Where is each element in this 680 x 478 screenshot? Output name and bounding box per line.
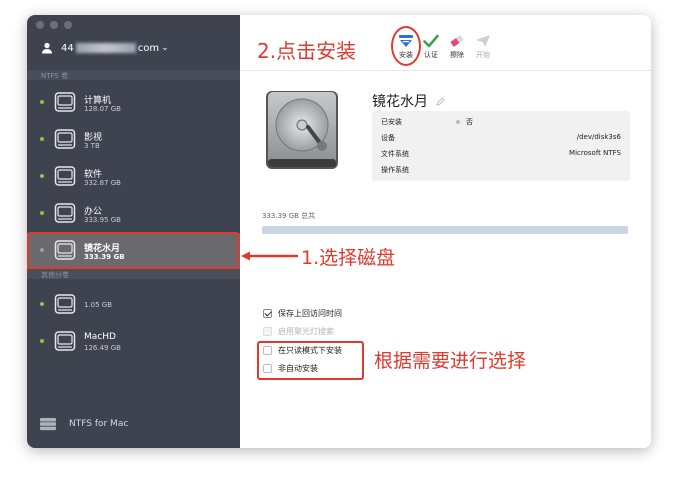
zoom-button[interactable]	[64, 21, 72, 29]
verify-label: 认证	[424, 51, 438, 59]
info-value: Microsoft NTFS	[569, 149, 621, 157]
info-value: 否	[456, 117, 473, 127]
drive-icon	[54, 331, 76, 351]
drive-icon	[54, 203, 76, 223]
info-row-filesystem: 文件系统 Microsoft NTFS	[381, 149, 621, 160]
capacity-total: 333.39 GB 总共	[262, 212, 316, 220]
close-button[interactable]	[36, 21, 44, 29]
volume-info-panel: 已安装 否 设备 /dev/disk3s6 文件系统 Microsoft NTF…	[372, 111, 630, 181]
info-row-mounted: 已安装 否	[381, 117, 621, 128]
drive-icon	[54, 294, 76, 314]
account-suffix: com	[137, 42, 160, 54]
volume-item[interactable]: 办公 333.95 GB	[27, 196, 240, 232]
account-prefix: 44	[61, 42, 74, 54]
status-dot-icon	[40, 302, 44, 306]
erase-label: 擦除	[450, 51, 464, 59]
capacity-fill	[262, 226, 628, 234]
volume-size: 128.07 GB	[84, 105, 121, 113]
volume-size: 333.95 GB	[84, 216, 121, 224]
volume-item[interactable]: 软件 332.87 GB	[27, 159, 240, 195]
app-window: 44 com ⌄ NTFS 卷 计算机 128.07 GB 影视 3 TB 软件 332.…	[27, 15, 651, 448]
check-icon	[423, 34, 439, 48]
status-dot-icon	[40, 339, 44, 343]
drive-icon	[54, 92, 76, 112]
info-key: 设备	[381, 134, 395, 142]
chevron-down-icon: ⌄	[161, 43, 169, 53]
info-key: 文件系统	[381, 150, 409, 158]
volume-item[interactable]: MacHD 126.49 GB	[27, 324, 240, 360]
status-dot-icon	[40, 137, 44, 141]
info-row-os: 操作系统	[381, 165, 621, 176]
drive-icon	[54, 129, 76, 149]
capacity-bar	[262, 226, 628, 234]
account-redacted	[75, 43, 136, 53]
window-controls	[36, 21, 72, 29]
option-preserve-access-time[interactable]: 保存上回访问时间	[263, 307, 342, 319]
annotation-step2: 2.点击安装	[257, 39, 357, 63]
brand-label: NTFS for Mac	[69, 419, 129, 429]
volume-size: 332.87 GB	[84, 179, 121, 187]
launch-label: 开始	[476, 51, 490, 59]
account-selector[interactable]: 44 com ⌄	[41, 42, 169, 54]
annotation-highlight-disk	[27, 232, 239, 269]
volume-item[interactable]: 计算机 128.07 GB	[27, 85, 240, 121]
volume-item[interactable]: 影视 3 TB	[27, 122, 240, 158]
user-icon	[42, 42, 52, 54]
info-row-device: 设备 /dev/disk3s6	[381, 133, 621, 144]
launch-icon	[476, 35, 490, 47]
info-key: 已安装	[381, 118, 402, 126]
section-label-other: 其他分卷	[41, 271, 69, 279]
volume-title: 镜花水月	[372, 91, 445, 111]
drive-stack-icon	[40, 418, 56, 431]
info-key: 操作系统	[381, 166, 409, 174]
volume-size: 126.49 GB	[84, 344, 121, 352]
option-label: 启用聚光灯搜索	[278, 326, 334, 336]
pencil-icon[interactable]	[436, 96, 445, 106]
status-dot-icon	[456, 120, 460, 124]
annotation-step1: 1.选择磁盘	[301, 247, 396, 269]
annotation-highlight-options	[257, 341, 364, 380]
verify-button[interactable]: 认证	[419, 34, 443, 60]
section-label-ntfs: NTFS 卷	[41, 72, 69, 80]
annotation-circle-mount	[391, 26, 421, 66]
brand: NTFS for Mac	[39, 417, 128, 431]
volume-size: 3 TB	[84, 142, 100, 150]
launch-button[interactable]: 开始	[471, 34, 495, 60]
checkbox[interactable]	[263, 308, 272, 318]
volume-size: 1.05 GB	[84, 301, 113, 309]
drive-icon	[54, 166, 76, 186]
option-spotlight[interactable]: 启用聚光灯搜索	[263, 325, 334, 337]
status-dot-icon	[40, 100, 44, 104]
hard-drive-icon	[266, 91, 338, 169]
eraser-icon	[450, 35, 464, 47]
toolbar: 2.点击安装 安装 认证 擦除 开始	[240, 15, 651, 71]
volume-name: MacHD	[84, 332, 116, 342]
minimize-button[interactable]	[50, 21, 58, 29]
status-dot-icon	[40, 174, 44, 178]
annotation-step3: 根据需要进行选择	[374, 350, 527, 372]
volume-name: 镜花水月	[372, 94, 428, 110]
volume-item[interactable]: 1.05 GB	[27, 287, 240, 323]
annotation-arrow	[241, 251, 298, 261]
erase-button[interactable]: 擦除	[445, 34, 469, 60]
option-label: 保存上回访问时间	[278, 308, 342, 318]
checkbox[interactable]	[263, 326, 272, 336]
sidebar: 44 com ⌄ NTFS 卷 计算机 128.07 GB 影视 3 TB 软件 332.…	[27, 15, 240, 448]
info-value: /dev/disk3s6	[576, 133, 621, 141]
main-panel: 2.点击安装 安装 认证 擦除 开始 镜花水月 已安装 否 设备 /dev/di…	[240, 15, 651, 448]
status-dot-icon	[40, 211, 44, 215]
